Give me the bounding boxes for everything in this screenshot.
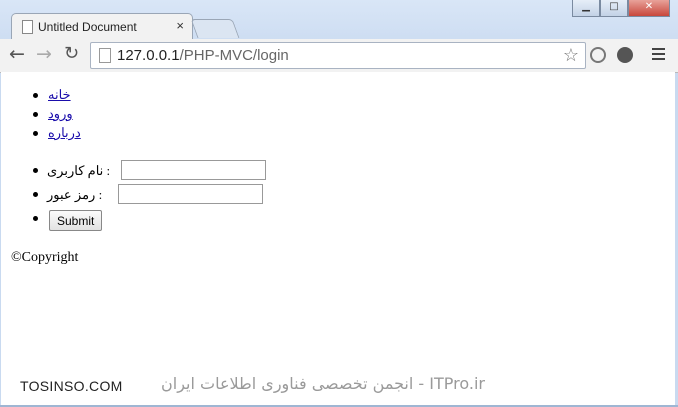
page-viewport: خانه ورود درباره نام کاربری : رمز عبور :… bbox=[1, 72, 675, 405]
close-window-button[interactable]: ✕ bbox=[628, 0, 670, 17]
address-bar[interactable]: 127.0.0.1/PHP-MVC/login ☆ bbox=[90, 42, 586, 69]
tab-title: Untitled Document bbox=[38, 20, 137, 34]
reload-icon[interactable]: ↻ bbox=[64, 44, 79, 64]
forward-arrow-icon[interactable]: → bbox=[36, 44, 52, 64]
minimize-button[interactable]: ▁ bbox=[572, 0, 600, 17]
browser-tab[interactable]: Untitled Document × bbox=[11, 13, 193, 41]
password-input[interactable] bbox=[118, 184, 263, 204]
url-text: 127.0.0.1/PHP-MVC/login bbox=[117, 43, 289, 68]
tab-close-icon[interactable]: × bbox=[176, 18, 184, 33]
username-label: نام کاربری : bbox=[47, 163, 111, 178]
maximize-button[interactable]: □ bbox=[600, 0, 628, 17]
browser-toolbar: ← → ↻ 127.0.0.1/PHP-MVC/login ☆ bbox=[0, 39, 678, 73]
url-host: 127.0.0.1 bbox=[117, 47, 180, 64]
back-arrow-icon[interactable]: ← bbox=[9, 44, 25, 64]
watermark-itpro: ITPro.ir - انجمن تخصصی فناوری اطلاعات ای… bbox=[161, 374, 485, 393]
page-icon bbox=[99, 48, 111, 63]
watermark-tosinso: TOSINSO.COM bbox=[20, 378, 123, 394]
submit-button[interactable]: Submit bbox=[49, 210, 103, 231]
extension-icon[interactable] bbox=[617, 47, 633, 63]
nav-link-home[interactable]: خانه bbox=[48, 87, 71, 103]
password-label: رمز عبور : bbox=[47, 187, 103, 202]
bookmark-star-icon[interactable]: ☆ bbox=[563, 43, 579, 68]
nav-link-login[interactable]: ورود bbox=[48, 106, 73, 122]
nav-link-about[interactable]: درباره bbox=[48, 125, 81, 141]
copyright-text: ©Copyright bbox=[11, 250, 79, 265]
new-tab-button[interactable] bbox=[190, 19, 240, 38]
browser-chrome: Untitled Document × ▁ □ ✕ ← → ↻ 127.0.0.… bbox=[0, 0, 678, 73]
username-input[interactable] bbox=[121, 160, 266, 180]
url-path: /PHP-MVC/login bbox=[179, 47, 289, 64]
window-controls: ▁ □ ✕ bbox=[572, 0, 670, 17]
menu-icon[interactable] bbox=[652, 48, 665, 63]
document-icon bbox=[22, 20, 33, 34]
globe-icon[interactable] bbox=[590, 47, 606, 63]
